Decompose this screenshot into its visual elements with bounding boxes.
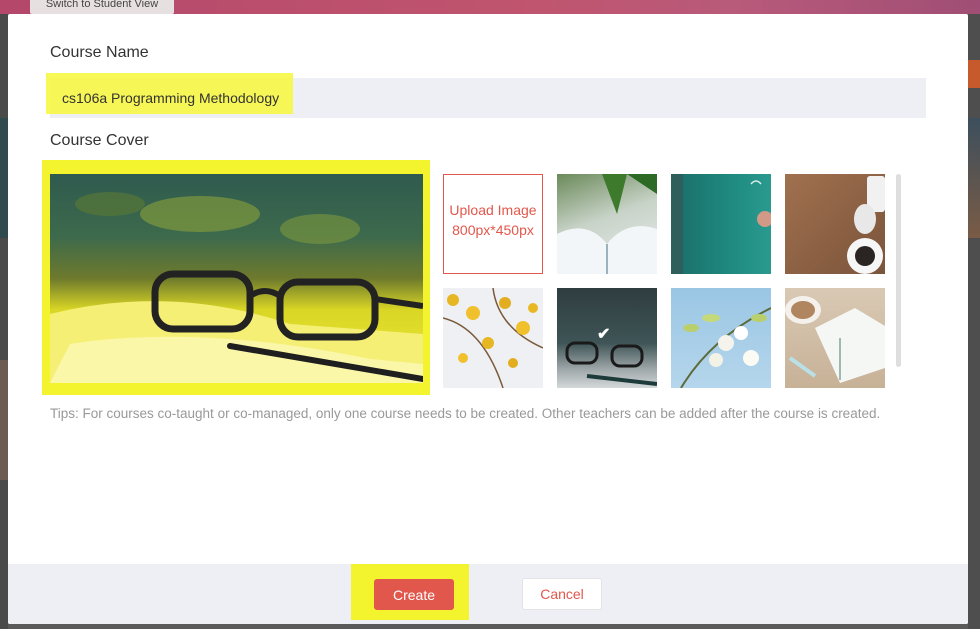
course-name-label: Course Name	[50, 44, 149, 61]
cover-option-green-chalkboard[interactable]	[671, 174, 771, 274]
background-course-photo	[968, 118, 980, 238]
course-cover-label: Course Cover	[50, 132, 149, 149]
background-course-photo	[0, 360, 8, 480]
background-course-photo	[0, 118, 8, 238]
course-name-value: cs106a Programming Methodology	[62, 90, 280, 106]
upload-size-hint: 800px*450px	[452, 222, 534, 238]
dialog-footer	[8, 564, 968, 624]
switch-student-view-button[interactable]: Switch to Student View	[30, 0, 174, 14]
create-button[interactable]: Create	[374, 579, 454, 610]
background-right-edge	[968, 14, 980, 629]
background-action-button[interactable]	[966, 60, 980, 88]
course-cover-preview	[50, 174, 423, 383]
upload-label: Upload Image	[449, 202, 537, 218]
cover-options-scrollbar[interactable]	[896, 174, 901, 367]
cancel-button[interactable]: Cancel	[522, 578, 602, 610]
cover-option-white-blossoms[interactable]	[671, 288, 771, 388]
cover-option-wood-desk-coffee[interactable]	[785, 174, 885, 274]
cover-option-coffee-open-book[interactable]	[785, 288, 885, 388]
create-course-dialog: Course Name cs106a Programming Methodolo…	[8, 14, 968, 624]
upload-image-button[interactable]: Upload Image 800px*450px	[443, 174, 543, 274]
background-left-edge	[0, 14, 8, 629]
selected-check-icon: ✔	[597, 326, 611, 343]
cover-option-glasses-pencil[interactable]: ✔	[557, 288, 657, 388]
cover-option-yellow-ginkgo-leaves[interactable]	[443, 288, 543, 388]
tips-text: Tips: For courses co-taught or co-manage…	[50, 406, 881, 421]
cover-option-open-book-plant[interactable]	[557, 174, 657, 274]
